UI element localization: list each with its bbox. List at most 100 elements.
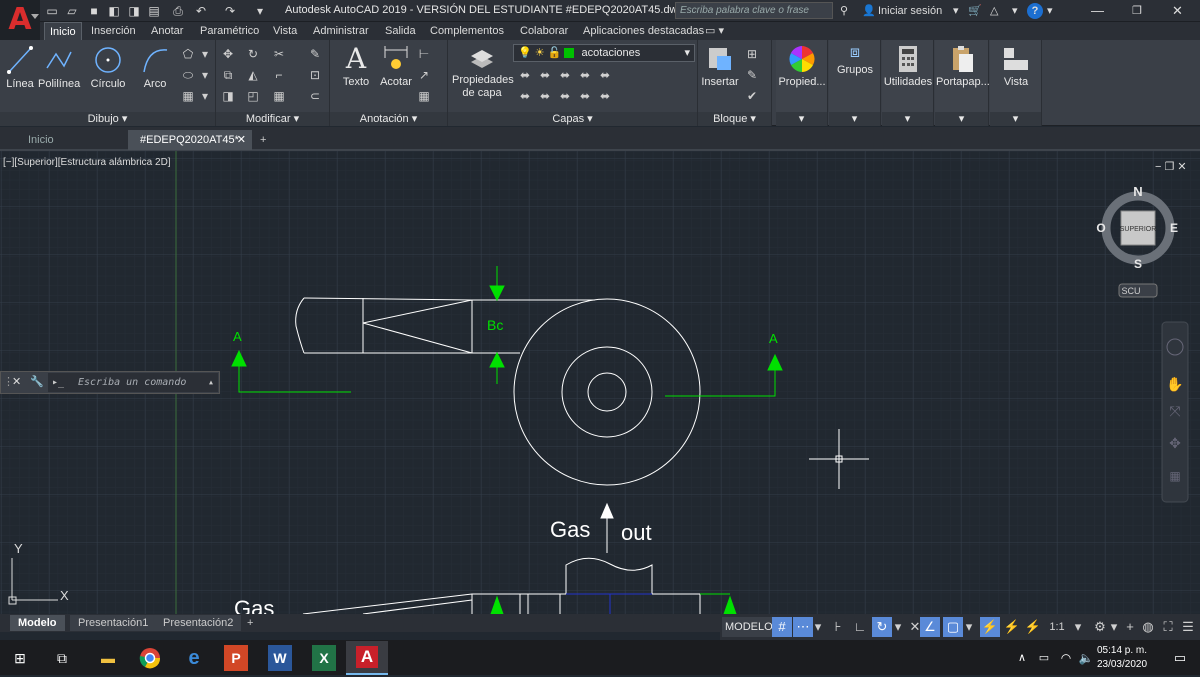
minimize-icon[interactable]: — xyxy=(1091,3,1104,19)
panel-label-dibujo[interactable]: Dibujo ▾ xyxy=(0,112,215,126)
arc-button[interactable]: Arco xyxy=(135,44,175,90)
layer-tool-icon[interactable]: ⬌ xyxy=(517,67,533,83)
viewcube-east[interactable]: E xyxy=(1170,221,1178,235)
tab-colaborar[interactable]: Colaborar xyxy=(515,22,573,40)
tab-insercion[interactable]: Inserción xyxy=(86,22,141,40)
open-folder-icon[interactable]: ▱ xyxy=(64,3,80,19)
save-as-icon[interactable]: ◧ xyxy=(106,3,122,19)
panel-label-bloque[interactable]: Bloque ▾ xyxy=(698,112,771,126)
layer-tool-icon[interactable]: ⬌ xyxy=(557,67,573,83)
new-tab-button[interactable]: + xyxy=(256,130,270,150)
layer-tool-icon[interactable]: ⬌ xyxy=(537,67,553,83)
application-menu-button[interactable]: A xyxy=(0,0,40,40)
tab-inicio[interactable]: Inicio xyxy=(44,22,82,40)
dimension-button[interactable]: Acotar xyxy=(377,44,415,88)
add-layout-button[interactable]: + xyxy=(243,615,257,631)
move-icon[interactable]: ✥ xyxy=(220,46,236,62)
cart-icon[interactable]: 🛒 xyxy=(968,3,982,19)
mirror-icon[interactable]: ◭ xyxy=(245,67,261,83)
chevron-up-icon[interactable]: ▴ xyxy=(208,373,214,392)
tab-active-drawing[interactable]: #EDEPQ2020AT45* ✕ xyxy=(128,130,252,150)
save-icon[interactable]: ■ xyxy=(86,3,102,19)
tab-start[interactable]: Inicio xyxy=(16,130,66,150)
chevron-down-icon[interactable]: ▾ xyxy=(935,112,988,126)
chevron-down-icon[interactable]: ▾ xyxy=(1108,617,1120,637)
plus-icon[interactable]: + xyxy=(1120,617,1140,637)
internet-explorer-icon[interactable]: e xyxy=(180,645,208,671)
fullscreen-icon[interactable]: ⛶ xyxy=(1158,617,1178,637)
task-view-icon[interactable]: ⧉ xyxy=(48,645,76,671)
chevron-down-icon[interactable]: ▾ xyxy=(882,112,933,126)
circle-button[interactable]: Círculo xyxy=(88,44,128,90)
infer-icon[interactable]: ⊦ xyxy=(828,617,848,637)
annotation-scale-dropdown[interactable]: 1:1 xyxy=(1044,617,1070,637)
tab-aplicaciones-destacadas[interactable]: Aplicaciones destacadas xyxy=(578,22,709,40)
text-button[interactable]: A Texto xyxy=(337,44,375,89)
viewport-controls-label[interactable]: [−][Superior][Estructura alámbrica 2D] xyxy=(3,157,171,168)
auto-scale-icon[interactable]: ⚡ xyxy=(1002,617,1022,637)
table-icon[interactable]: ▦ xyxy=(416,88,432,104)
command-input[interactable]: ▸_ Escriba un comando ▴ xyxy=(48,373,218,392)
new-file-icon[interactable]: ▭ xyxy=(44,3,60,19)
close-icon[interactable]: ✕ xyxy=(1172,3,1183,19)
layer-dropdown[interactable]: 💡 ☀ 🔓 acotaciones ▾ xyxy=(513,44,695,62)
help-button[interactable]: ? xyxy=(1027,3,1043,19)
notifications-icon[interactable]: ▭ xyxy=(1166,645,1194,671)
tab-layout2[interactable]: Presentación2 xyxy=(155,615,242,631)
command-prompt-icon[interactable]: ▸_ xyxy=(52,373,64,392)
restore-icon[interactable]: ❐ xyxy=(1132,3,1142,19)
web-save-icon[interactable]: ◨ xyxy=(126,3,142,19)
a360-icon[interactable]: △ xyxy=(990,3,998,19)
viewcube-west[interactable]: O xyxy=(1096,221,1105,235)
copy-icon[interactable]: ⧉ xyxy=(220,67,236,83)
model-space-button[interactable]: MODELO xyxy=(722,617,776,637)
chevron-down-icon[interactable]: ▾ xyxy=(197,67,213,83)
undo-icon[interactable]: ↶ xyxy=(193,3,209,19)
customization-menu-icon[interactable]: ☰ xyxy=(1178,617,1198,637)
chevron-down-icon[interactable]: ▾ xyxy=(776,112,827,126)
file-explorer-icon[interactable]: ▬ xyxy=(94,645,122,671)
powerpoint-icon[interactable]: P xyxy=(224,645,248,671)
groups-button[interactable]: ⧈ Grupos xyxy=(830,44,880,76)
close-icon[interactable]: ✕ xyxy=(12,375,21,388)
pan-icon[interactable]: ✋ xyxy=(1166,376,1183,392)
viewport-controls-icon[interactable]: − ❐ ✕ xyxy=(1155,161,1187,173)
search-input[interactable]: Escriba palabra clave o frase xyxy=(675,2,833,19)
showmotion-icon[interactable]: ▦ xyxy=(1169,469,1180,483)
chevron-down-icon[interactable]: ▾ xyxy=(197,46,213,62)
array-icon[interactable]: ▦ xyxy=(271,88,287,104)
annotation-scale-icon[interactable]: ⚡ xyxy=(1023,617,1043,637)
clipboard-button[interactable]: Portapap... xyxy=(936,44,990,88)
erase-icon[interactable]: ✎ xyxy=(307,46,323,62)
layer-properties-button[interactable]: Propiedades de capa xyxy=(452,44,514,100)
ellipse-icon[interactable]: ⬭ xyxy=(180,67,196,83)
polyline-button[interactable]: Polilínea xyxy=(38,44,80,90)
snap-icon[interactable]: ⋯ xyxy=(793,617,813,637)
explode-icon[interactable]: ⊡ xyxy=(307,67,323,83)
fillet-icon[interactable]: ⌐ xyxy=(271,67,287,83)
sign-in-button[interactable]: Iniciar sesión xyxy=(878,3,942,19)
annotation-visibility-icon[interactable]: ⚡ xyxy=(980,617,1000,637)
layer-tool-icon[interactable]: ⬌ xyxy=(577,67,593,83)
isolate-objects-icon[interactable]: ◍ xyxy=(1138,617,1158,637)
binoculars-icon[interactable]: ⚲ xyxy=(840,3,848,19)
chevron-down-icon[interactable]: ▾ xyxy=(953,3,959,19)
wrench-icon[interactable]: 🔧 xyxy=(30,375,44,388)
trim-icon[interactable]: ✂ xyxy=(271,46,287,62)
tab-anotar[interactable]: Anotar xyxy=(146,22,188,40)
layer-tool-icon[interactable]: ⬌ xyxy=(557,88,573,104)
tab-administrar[interactable]: Administrar xyxy=(308,22,374,40)
ribbon-toggle-icon[interactable]: ▭ ▾ xyxy=(700,22,729,40)
leader-icon[interactable]: ↗ xyxy=(416,67,432,83)
grid-icon[interactable]: # xyxy=(772,617,792,637)
chevron-down-icon[interactable]: ▾ xyxy=(197,88,213,104)
viewcube-north[interactable]: N xyxy=(1133,184,1142,199)
plot-icon[interactable]: ▤ xyxy=(146,3,162,19)
chevron-down-icon[interactable]: ▾ xyxy=(990,112,1041,126)
layer-tool-icon[interactable]: ⬌ xyxy=(537,88,553,104)
windows-start-icon[interactable]: ⊞ xyxy=(6,645,34,671)
insert-block-button[interactable]: Insertar xyxy=(700,44,740,88)
chevron-down-icon[interactable]: ▾ xyxy=(1012,3,1018,19)
tab-layout1[interactable]: Presentación1 xyxy=(70,615,157,631)
object-snap-tracking-icon[interactable]: ∠ xyxy=(920,617,940,637)
